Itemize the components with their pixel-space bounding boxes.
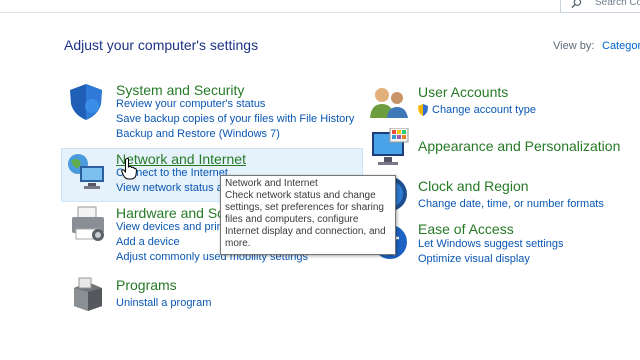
- hand-cursor-icon: [121, 158, 137, 180]
- tooltip-line: more.: [225, 238, 251, 249]
- appearance-title[interactable]: Appearance and Personalization: [418, 138, 620, 154]
- tooltip-line: Internet display and connection, and: [225, 226, 386, 237]
- optimize-display-link[interactable]: Optimize visual display: [418, 253, 530, 265]
- printer-icon: [72, 206, 104, 241]
- view-by-label: View by:: [553, 40, 595, 52]
- view-by-dropdown[interactable]: Category: [602, 40, 640, 52]
- tooltip-title: Network and Internet: [225, 178, 318, 189]
- uninstall-program-link[interactable]: Uninstall a program: [116, 297, 211, 309]
- ease-of-access-title[interactable]: Ease of Access: [418, 221, 514, 237]
- shield-icon: [70, 84, 102, 120]
- clock-region-title[interactable]: Clock and Region: [418, 178, 529, 194]
- network-globe-icon: [68, 154, 104, 189]
- monitor-icon: [372, 128, 409, 165]
- system-security-title[interactable]: System and Security: [116, 82, 244, 98]
- suggest-settings-link[interactable]: Let Windows suggest settings: [418, 238, 564, 250]
- search-input[interactable]: Search Co: [560, 0, 640, 13]
- tooltip-line: settings, set preferences for sharing: [225, 202, 384, 213]
- tooltip-line: Check network status and change: [225, 190, 376, 201]
- page-title: Adjust your computer's settings: [64, 37, 259, 53]
- review-status-link[interactable]: Review your computer's status: [116, 98, 265, 110]
- file-history-link[interactable]: Save backup copies of your files with Fi…: [116, 113, 354, 125]
- programs-box-icon: [74, 277, 102, 311]
- users-icon: [370, 88, 408, 118]
- date-time-formats-link[interactable]: Change date, time, or number formats: [418, 198, 604, 210]
- change-account-type-link[interactable]: Change account type: [432, 104, 536, 116]
- search-icon: [571, 0, 582, 9]
- tooltip-line: files and computers, configure: [225, 214, 359, 225]
- network-tooltip: Network and Internet Check network statu…: [220, 175, 396, 255]
- backup-restore-link[interactable]: Backup and Restore (Windows 7): [116, 128, 280, 140]
- programs-title[interactable]: Programs: [116, 277, 177, 293]
- uac-shield-icon: [418, 104, 428, 116]
- user-accounts-title[interactable]: User Accounts: [418, 84, 508, 100]
- top-bar: [0, 0, 640, 13]
- search-placeholder: Search Co: [595, 0, 640, 8]
- add-device-link[interactable]: Add a device: [116, 236, 180, 248]
